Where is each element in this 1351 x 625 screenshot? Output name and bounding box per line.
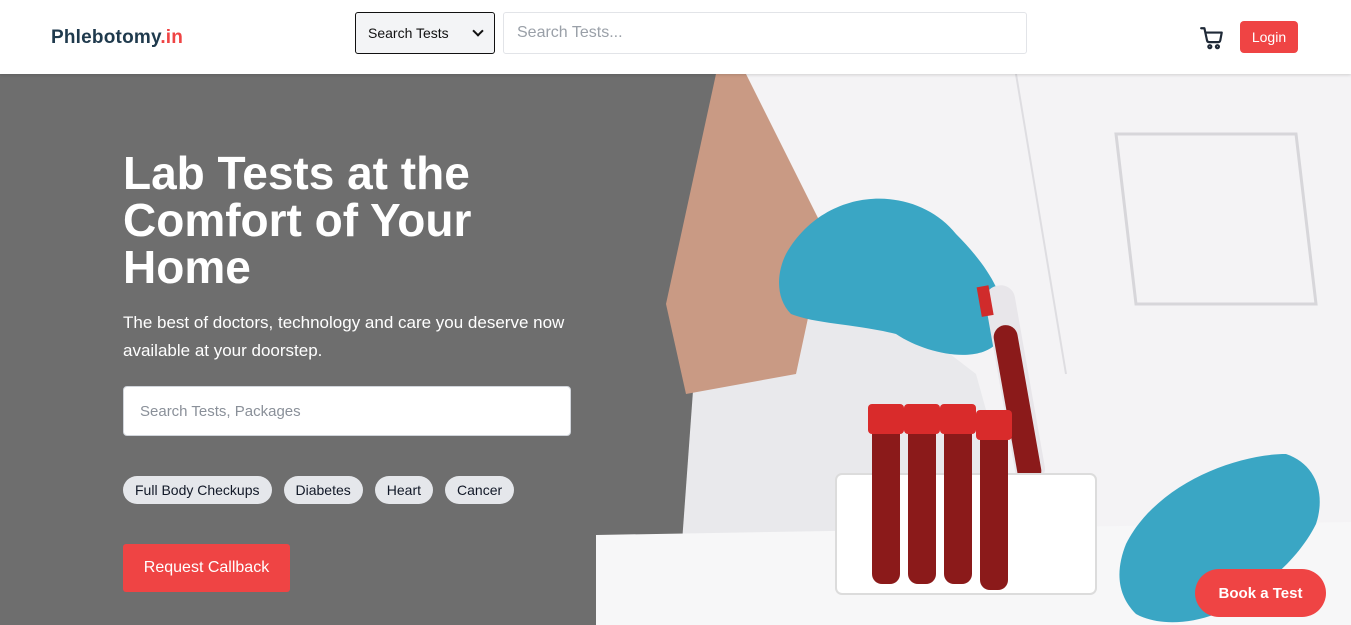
- logo-main-text: Phlebotomy: [51, 27, 161, 48]
- header-search-input[interactable]: Search Tests...: [503, 12, 1027, 54]
- top-header: Phlebotomy.in Search Tests Search Tests.…: [0, 0, 1351, 74]
- request-callback-button[interactable]: Request Callback: [123, 544, 290, 592]
- site-logo[interactable]: Phlebotomy.in: [51, 27, 183, 49]
- hero-title: Lab Tests at the Comfort of Your Home: [123, 147, 472, 293]
- book-a-test-button[interactable]: Book a Test: [1195, 569, 1326, 617]
- chevron-down-icon: [472, 25, 484, 37]
- hero-search-placeholder: Search Tests, Packages: [140, 402, 301, 420]
- chip-diabetes[interactable]: Diabetes: [283, 476, 363, 504]
- logo-tld-text: .in: [160, 27, 184, 48]
- chip-cancer[interactable]: Cancer: [445, 476, 515, 504]
- chip-heart[interactable]: Heart: [374, 476, 434, 504]
- category-chips: Full Body Checkups Diabetes Heart Cancer: [123, 476, 515, 504]
- search-category-select[interactable]: Search Tests: [355, 12, 495, 54]
- hero-search-input[interactable]: Search Tests, Packages: [123, 386, 571, 436]
- chip-full-body-checkups[interactable]: Full Body Checkups: [123, 476, 272, 504]
- hero-subtitle: The best of doctors, technology and care…: [123, 313, 565, 360]
- cart-icon[interactable]: [1199, 25, 1225, 51]
- header-search-placeholder: Search Tests...: [517, 24, 623, 41]
- hero-image: [596, 73, 1351, 625]
- select-value: Search Tests: [368, 25, 449, 41]
- login-button[interactable]: Login: [1240, 21, 1298, 53]
